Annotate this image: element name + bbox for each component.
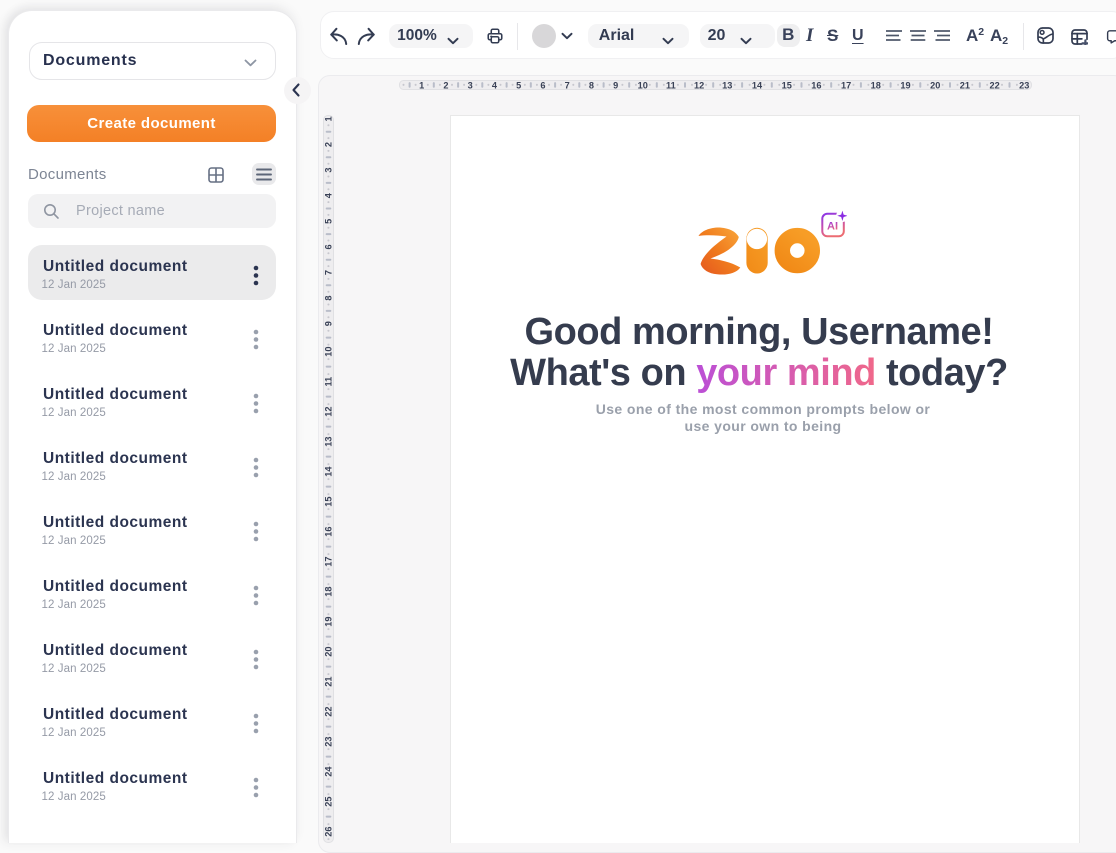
svg-text:10: 10: [638, 80, 648, 90]
svg-text:3: 3: [324, 168, 334, 173]
svg-text:4: 4: [492, 80, 498, 90]
svg-text:20: 20: [324, 646, 334, 656]
svg-text:1: 1: [419, 80, 424, 90]
svg-text:9: 9: [613, 80, 618, 90]
svg-text:7: 7: [324, 270, 334, 275]
svg-text:10: 10: [324, 346, 334, 356]
svg-text:17: 17: [841, 80, 851, 90]
svg-text:18: 18: [871, 80, 881, 90]
svg-text:19: 19: [324, 616, 334, 626]
svg-text:2: 2: [443, 80, 448, 90]
svg-text:15: 15: [782, 80, 792, 90]
svg-text:12: 12: [324, 406, 334, 416]
svg-text:19: 19: [900, 80, 910, 90]
svg-text:23: 23: [1019, 80, 1029, 90]
svg-text:12: 12: [694, 80, 704, 90]
svg-text:6: 6: [540, 80, 545, 90]
svg-text:3: 3: [468, 80, 473, 90]
svg-text:5: 5: [516, 80, 521, 90]
svg-text:1: 1: [324, 116, 334, 121]
svg-text:22: 22: [324, 706, 334, 716]
svg-text:7: 7: [565, 80, 570, 90]
svg-text:14: 14: [324, 466, 334, 477]
svg-text:21: 21: [960, 80, 970, 90]
svg-text:21: 21: [324, 676, 334, 686]
svg-text:14: 14: [752, 80, 763, 90]
svg-text:9: 9: [324, 321, 334, 326]
svg-text:13: 13: [722, 80, 732, 90]
svg-text:11: 11: [666, 80, 676, 90]
svg-text:17: 17: [324, 556, 334, 566]
svg-text:AI: AI: [827, 221, 838, 233]
svg-text:8: 8: [324, 296, 334, 301]
svg-text:8: 8: [589, 80, 594, 90]
svg-text:16: 16: [324, 526, 334, 536]
svg-text:5: 5: [324, 219, 334, 224]
svg-text:2: 2: [324, 142, 334, 147]
svg-text:4: 4: [324, 192, 334, 198]
svg-text:18: 18: [324, 586, 334, 596]
svg-text:22: 22: [989, 80, 999, 90]
svg-text:23: 23: [324, 736, 334, 746]
svg-text:11: 11: [324, 377, 334, 387]
svg-text:26: 26: [324, 826, 334, 836]
svg-text:15: 15: [324, 496, 334, 506]
svg-text:25: 25: [324, 796, 334, 806]
svg-text:20: 20: [930, 80, 940, 90]
svg-text:24: 24: [324, 766, 334, 777]
svg-text:6: 6: [324, 244, 334, 249]
svg-text:16: 16: [811, 80, 821, 90]
svg-text:13: 13: [324, 436, 334, 446]
